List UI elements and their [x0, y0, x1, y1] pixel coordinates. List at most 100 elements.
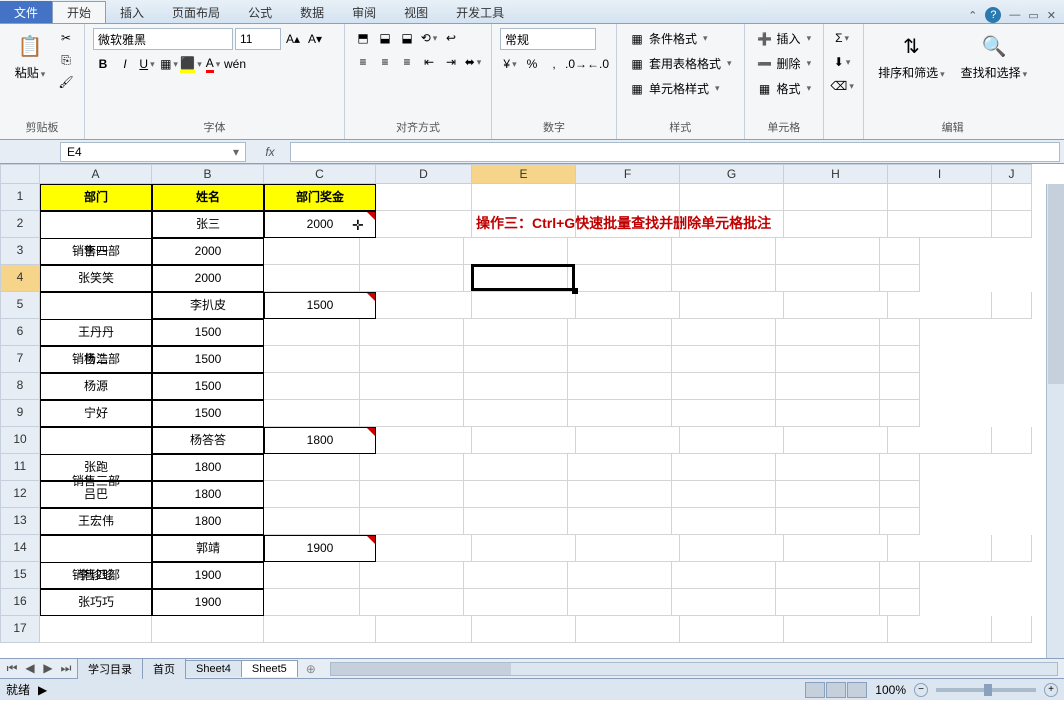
autosum-button[interactable]: Σ — [832, 28, 852, 48]
nav-prev-icon[interactable]: ◀ — [22, 661, 38, 676]
cell-F13[interactable] — [464, 508, 568, 535]
cell-B9[interactable]: 宁好 — [40, 400, 152, 427]
sort-filter-button[interactable]: ⇅ 排序和筛选 — [872, 28, 951, 83]
zoom-out-button[interactable]: − — [914, 683, 928, 697]
cell-J8[interactable] — [880, 373, 920, 400]
cell-E1[interactable] — [472, 184, 576, 211]
cell-E11[interactable] — [360, 454, 464, 481]
cell-F4[interactable] — [464, 265, 568, 292]
border-button[interactable]: ▦ — [159, 54, 179, 74]
tab-data[interactable]: 数据 — [286, 1, 338, 23]
cell-C2[interactable]: 2000 — [264, 211, 376, 238]
cell-F16[interactable] — [464, 589, 568, 616]
cell-D3[interactable] — [264, 238, 360, 265]
row-header-2[interactable]: 2 — [0, 211, 40, 238]
cell-F5[interactable] — [576, 292, 680, 319]
cell-I9[interactable] — [776, 400, 880, 427]
font-size-select[interactable] — [235, 28, 281, 50]
cell-I11[interactable] — [776, 454, 880, 481]
cell-B2[interactable]: 张三 — [152, 211, 264, 238]
zoom-level[interactable]: 100% — [875, 683, 906, 697]
sheet-tab-1[interactable]: 学习目录 — [77, 658, 143, 679]
cell-H2[interactable] — [784, 211, 888, 238]
cell-E12[interactable] — [360, 481, 464, 508]
cell-J16[interactable] — [880, 589, 920, 616]
cell-H4[interactable] — [672, 265, 776, 292]
cell-B4[interactable]: 张笑笑 — [40, 265, 152, 292]
cell-B1[interactable]: 姓名 — [152, 184, 264, 211]
cell-I10[interactable] — [888, 427, 992, 454]
wrap-text-button[interactable]: ↩ — [441, 28, 461, 48]
cell-G3[interactable] — [568, 238, 672, 265]
cond-format-button[interactable]: ▦条件格式 — [625, 28, 712, 49]
cell-H11[interactable] — [672, 454, 776, 481]
cell-E2[interactable]: 操作三：Ctrl+G快速批量查找并删除单元格批注 — [472, 211, 576, 238]
currency-button[interactable]: ¥ — [500, 54, 520, 74]
col-header-B[interactable]: B — [152, 164, 264, 184]
table-format-button[interactable]: ▦套用表格格式 — [625, 53, 736, 74]
cell-E9[interactable] — [360, 400, 464, 427]
cell-B8[interactable]: 杨源 — [40, 373, 152, 400]
cell-D4[interactable] — [264, 265, 360, 292]
cell-D16[interactable] — [264, 589, 360, 616]
horizontal-scrollbar[interactable] — [330, 662, 1058, 676]
cell-E3[interactable] — [360, 238, 464, 265]
format-painter-button[interactable]: 🖌 — [56, 72, 76, 92]
cell-J7[interactable] — [880, 346, 920, 373]
cell-H12[interactable] — [672, 481, 776, 508]
cell-I7[interactable] — [776, 346, 880, 373]
cell-G4[interactable] — [568, 265, 672, 292]
cell-C3[interactable]: 2000 — [152, 238, 264, 265]
cell-I16[interactable] — [776, 589, 880, 616]
cell-G2[interactable] — [680, 211, 784, 238]
cell-A17[interactable] — [40, 616, 152, 643]
col-header-I[interactable]: I — [888, 164, 992, 184]
window-restore-icon[interactable]: ▭ — [1028, 9, 1038, 22]
col-header-D[interactable]: D — [376, 164, 472, 184]
row-header-3[interactable]: 3 — [0, 238, 40, 265]
col-header-E[interactable]: E — [472, 164, 576, 184]
ribbon-collapse-icon[interactable]: ⌃ — [968, 9, 977, 22]
cell-E13[interactable] — [360, 508, 464, 535]
cell-C11[interactable]: 1800 — [152, 454, 264, 481]
formula-input[interactable] — [290, 142, 1060, 162]
cell-B11[interactable]: 张跑 — [40, 454, 152, 481]
cell-E7[interactable] — [360, 346, 464, 373]
insert-cells-button[interactable]: ➕插入 — [753, 28, 816, 49]
cell-J12[interactable] — [880, 481, 920, 508]
cell-D10[interactable] — [376, 427, 472, 454]
row-header-15[interactable]: 15 — [0, 562, 40, 589]
cell-J3[interactable] — [880, 238, 920, 265]
macro-icon[interactable]: ▶ — [38, 683, 47, 697]
cell-H6[interactable] — [672, 319, 776, 346]
cell-G12[interactable] — [568, 481, 672, 508]
cell-B15[interactable]: 李珍珍 — [40, 562, 152, 589]
cell-E4[interactable] — [360, 265, 464, 292]
cell-C15[interactable]: 1900 — [152, 562, 264, 589]
cell-G13[interactable] — [568, 508, 672, 535]
cell-E6[interactable] — [360, 319, 464, 346]
cell-J14[interactable] — [992, 535, 1032, 562]
cell-J11[interactable] — [880, 454, 920, 481]
cut-button[interactable]: ✂ — [56, 28, 76, 48]
cell-C4[interactable]: 2000 — [152, 265, 264, 292]
align-bottom-button[interactable]: ⬓ — [397, 28, 417, 48]
vertical-scrollbar[interactable] — [1046, 184, 1064, 658]
cells-area[interactable]: 部门姓名部门奖金销售一部张三2000操作三：Ctrl+G快速批量查找并删除单元格… — [40, 184, 1032, 643]
cell-B14[interactable]: 郭靖 — [152, 535, 264, 562]
cell-C16[interactable]: 1900 — [152, 589, 264, 616]
cell-D15[interactable] — [264, 562, 360, 589]
cell-G17[interactable] — [680, 616, 784, 643]
cell-E16[interactable] — [360, 589, 464, 616]
cell-F2[interactable] — [576, 211, 680, 238]
cell-B10[interactable]: 杨答答 — [152, 427, 264, 454]
cell-H3[interactable] — [672, 238, 776, 265]
cell-D17[interactable] — [376, 616, 472, 643]
cell-I14[interactable] — [888, 535, 992, 562]
cell-H8[interactable] — [672, 373, 776, 400]
cell-B16[interactable]: 张巧巧 — [40, 589, 152, 616]
tab-formula[interactable]: 公式 — [234, 1, 286, 23]
cell-G10[interactable] — [680, 427, 784, 454]
cell-I3[interactable] — [776, 238, 880, 265]
cell-C13[interactable]: 1800 — [152, 508, 264, 535]
